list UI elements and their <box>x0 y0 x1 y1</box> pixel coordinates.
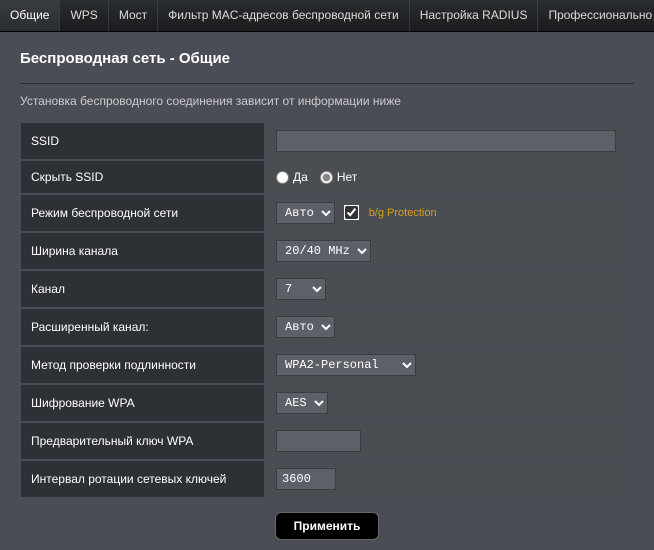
auth-method-select[interactable]: WPA2-Personal <box>276 354 416 376</box>
tab-wps[interactable]: WPS <box>60 0 108 31</box>
ext-channel-select[interactable]: Авто <box>276 316 335 338</box>
apply-button[interactable]: Применить <box>275 512 380 540</box>
bg-protection-label: b/g Protection <box>369 207 437 219</box>
tab-bridge[interactable]: Мост <box>109 0 158 31</box>
bg-protection-checkbox[interactable] <box>345 206 358 219</box>
label-ssid: SSID <box>20 122 265 160</box>
tab-general[interactable]: Общие <box>0 0 60 31</box>
label-channel-width: Ширина канала <box>20 232 265 270</box>
page-title: Беспроводная сеть - Общие <box>20 50 634 79</box>
tab-bar: Общие WPS Мост Фильтр MAC-адресов беспро… <box>0 0 654 32</box>
channel-width-select[interactable]: 20/40 MHz <box>276 240 371 262</box>
hide-ssid-yes-label: Да <box>293 170 308 184</box>
wpa-psk-input[interactable] <box>276 430 361 452</box>
rotation-interval-input[interactable] <box>276 468 336 490</box>
label-channel: Канал <box>20 270 265 308</box>
label-wpa-psk: Предварительный ключ WPA <box>20 422 265 460</box>
label-hide-ssid: Скрыть SSID <box>20 160 265 194</box>
hide-ssid-no-label: Нет <box>337 170 357 184</box>
ssid-input[interactable] <box>276 130 616 152</box>
label-ext-channel: Расширенный канал: <box>20 308 265 346</box>
label-auth-method: Метод проверки подлинности <box>20 346 265 384</box>
divider <box>20 83 634 84</box>
tab-mac-filter[interactable]: Фильтр MAC-адресов беспроводной сети <box>158 0 410 31</box>
label-wpa-enc: Шифрование WPA <box>20 384 265 422</box>
label-wireless-mode: Режим беспроводной сети <box>20 194 265 232</box>
wireless-mode-select[interactable]: Авто <box>276 202 335 224</box>
tab-professional[interactable]: Профессионально <box>538 0 654 31</box>
hide-ssid-no-radio[interactable] <box>320 171 333 184</box>
wpa-enc-select[interactable]: AES <box>276 392 328 414</box>
hide-ssid-yes-radio[interactable] <box>276 171 289 184</box>
page-description: Установка беспроводного соединения завис… <box>20 94 634 108</box>
tab-radius[interactable]: Настройка RADIUS <box>410 0 539 31</box>
settings-table: SSID Скрыть SSID Да Нет Режим беспроводн… <box>20 122 634 498</box>
label-rotation-interval: Интервал ротации сетевых ключей <box>20 460 265 498</box>
channel-select[interactable]: 7 <box>276 278 326 300</box>
